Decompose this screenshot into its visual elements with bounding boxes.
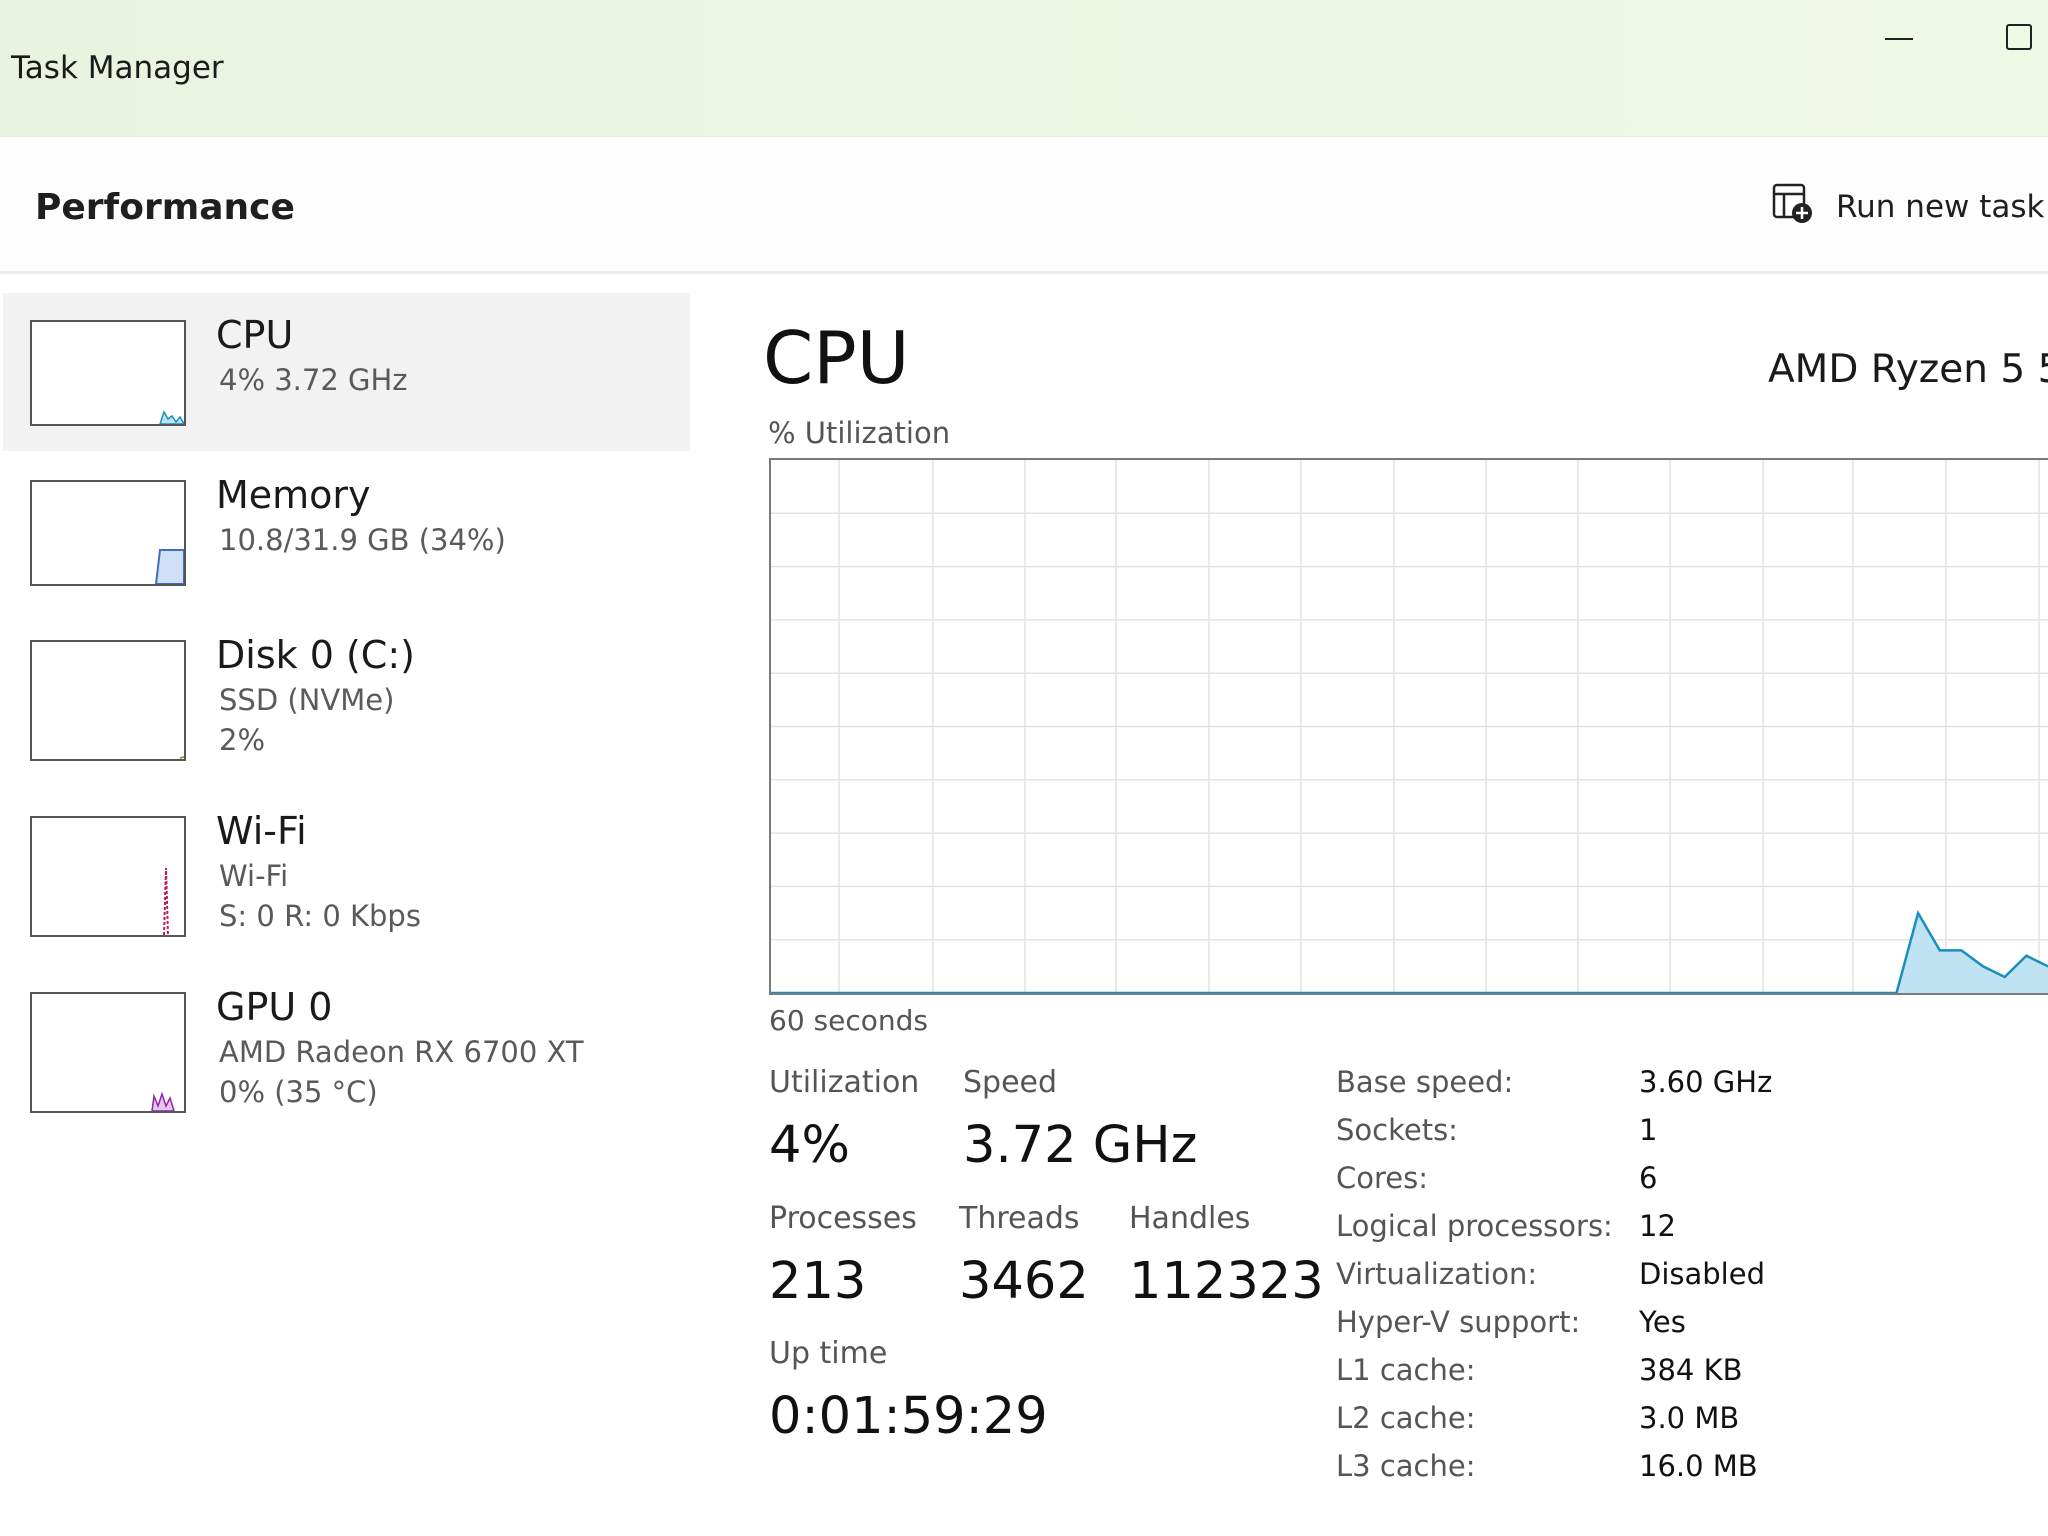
utilization-graph-label: % Utilization xyxy=(768,416,951,450)
sidebar-item-gpu[interactable]: GPU 0 AMD Radeon RX 6700 XT 0% (35 °C) xyxy=(3,965,690,1130)
threads-label: Threads xyxy=(959,1201,1080,1236)
cpu-thumb-svg xyxy=(159,410,184,424)
sidebar-item-detail: AMD Radeon RX 6700 XT xyxy=(219,1035,584,1069)
sidebar-item-detail: SSD (NVMe) xyxy=(219,683,395,717)
spec-value: 3.60 GHz xyxy=(1639,1065,1773,1099)
spec-key: Cores: xyxy=(1336,1161,1428,1195)
spec-key: Logical processors: xyxy=(1336,1209,1613,1243)
sidebar-item-cpu[interactable]: CPU 4% 3.72 GHz xyxy=(3,293,690,451)
run-new-task-label: Run new task xyxy=(1836,189,2045,225)
processes-label: Processes xyxy=(769,1201,917,1236)
page-title: Performance xyxy=(35,187,295,228)
processes-value: 213 xyxy=(769,1252,867,1311)
graph-duration-label: 60 seconds xyxy=(769,1004,928,1037)
utilization-graph xyxy=(769,458,2048,995)
spec-key: Sockets: xyxy=(1336,1113,1458,1147)
sidebar-item-name: CPU xyxy=(216,313,294,357)
utilization-line xyxy=(771,909,2048,993)
run-task-icon xyxy=(1770,181,1814,229)
spec-key: L3 cache: xyxy=(1336,1449,1476,1483)
spec-value: 3.0 MB xyxy=(1639,1401,1740,1435)
minimize-button[interactable] xyxy=(1850,14,1930,64)
speed-value: 3.72 GHz xyxy=(963,1116,1198,1175)
spec-value: 1 xyxy=(1639,1113,1658,1147)
sidebar-item-detail: 10.8/31.9 GB (34%) xyxy=(219,523,506,557)
spec-value: 6 xyxy=(1639,1161,1658,1195)
title-bar[interactable]: Task Manager xyxy=(0,0,2048,136)
spec-key: Hyper-V support: xyxy=(1336,1305,1581,1339)
utilization-area xyxy=(771,913,2048,993)
spec-key: L2 cache: xyxy=(1336,1401,1476,1435)
sidebar-item-detail-2: S: 0 R: 0 Kbps xyxy=(219,899,421,933)
uptime-value: 0:01:59:29 xyxy=(769,1387,1048,1446)
sidebar-item-detail-2: 2% xyxy=(219,723,266,757)
sidebar-item-disk[interactable]: Disk 0 (C:) SSD (NVMe) 2% xyxy=(3,613,690,778)
spec-value: Yes xyxy=(1639,1305,1686,1339)
utilization-graph-svg xyxy=(771,460,2048,993)
spec-value: 12 xyxy=(1639,1209,1676,1243)
sidebar-item-name: Wi-Fi xyxy=(216,809,307,853)
wifi-thumbnail-graph xyxy=(30,816,186,937)
sidebar-item-name: Disk 0 (C:) xyxy=(216,633,415,677)
cpu-thumbnail-graph xyxy=(30,320,186,426)
spec-key: Base speed: xyxy=(1336,1065,1514,1099)
cpu-model-name: AMD Ryzen 5 5 xyxy=(1768,347,2048,392)
sidebar-item-detail-2: 0% (35 °C) xyxy=(219,1075,378,1109)
maximize-button[interactable] xyxy=(1980,14,2048,64)
page-header: Performance Run new task xyxy=(0,136,2048,274)
sidebar-item-memory[interactable]: Memory 10.8/31.9 GB (34%) xyxy=(3,453,690,611)
sidebar-item-wifi[interactable]: Wi-Fi Wi-Fi S: 0 R: 0 Kbps xyxy=(3,789,690,954)
disk-thumbnail-graph xyxy=(30,640,186,761)
utilization-value: 4% xyxy=(769,1116,850,1175)
handles-value: 112323 xyxy=(1129,1252,1324,1311)
main-title: CPU xyxy=(763,316,910,400)
spec-value: 384 KB xyxy=(1639,1353,1743,1387)
sidebar-item-detail: 4% 3.72 GHz xyxy=(219,363,408,397)
spec-value: 16.0 MB xyxy=(1639,1449,1758,1483)
memory-thumbnail-graph xyxy=(30,480,186,586)
spec-value: Disabled xyxy=(1639,1257,1765,1291)
threads-value: 3462 xyxy=(959,1252,1089,1311)
utilization-label: Utilization xyxy=(769,1065,920,1100)
window-title: Task Manager xyxy=(11,50,224,86)
sidebar-item-name: GPU 0 xyxy=(216,985,333,1029)
spec-key: L1 cache: xyxy=(1336,1353,1476,1387)
gpu-thumbnail-graph xyxy=(30,992,186,1113)
sidebar-item-name: Memory xyxy=(216,473,371,517)
sidebar-item-detail: Wi-Fi xyxy=(219,859,289,893)
spec-key: Virtualization: xyxy=(1336,1257,1538,1291)
handles-label: Handles xyxy=(1129,1201,1251,1236)
uptime-label: Up time xyxy=(769,1336,888,1371)
speed-label: Speed xyxy=(963,1065,1058,1100)
